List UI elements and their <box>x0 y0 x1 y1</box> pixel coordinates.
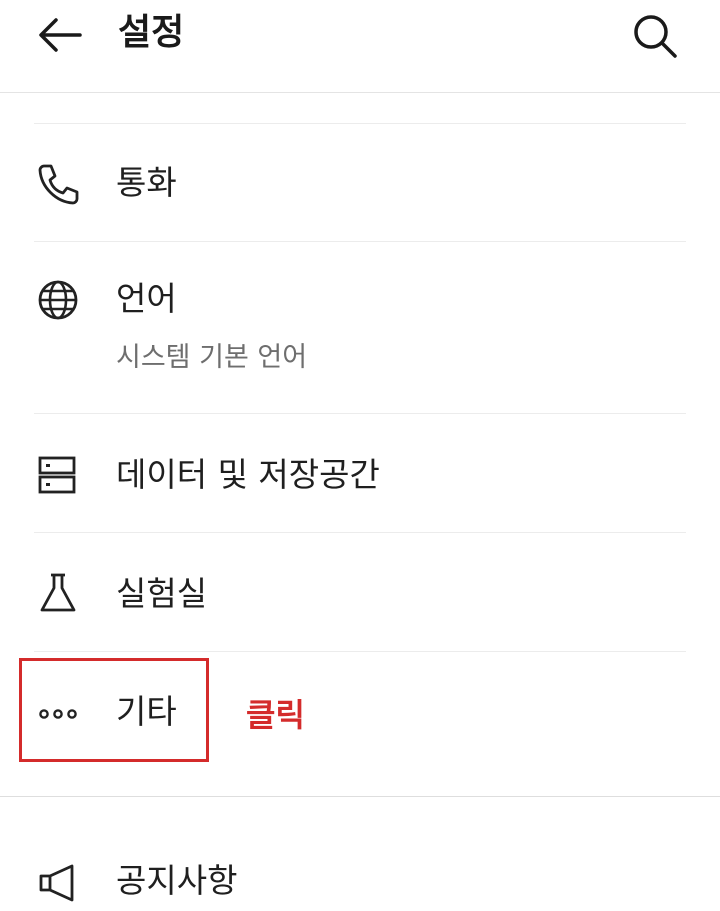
search-icon <box>634 15 677 58</box>
settings-item-label: 공지사항 <box>116 861 238 900</box>
settings-item-notice[interactable]: 공지사항 <box>0 797 720 911</box>
phone-icon <box>36 162 80 206</box>
header-divider <box>0 92 720 93</box>
settings-item-label: 실험실 <box>116 574 208 613</box>
app-header: 설정 <box>0 0 720 92</box>
settings-item-sublabel: 시스템 기본 언어 <box>116 342 308 373</box>
settings-item-etc[interactable]: 기타 <box>0 652 720 770</box>
page-title: 설정 <box>118 12 185 53</box>
storage-icon <box>36 454 80 498</box>
settings-item-data-storage[interactable]: 데이터 및 저장공간 <box>0 414 720 532</box>
settings-item-label: 기타 <box>116 692 177 731</box>
search-button[interactable] <box>630 12 680 58</box>
back-button[interactable] <box>36 14 84 56</box>
globe-icon <box>36 278 80 322</box>
settings-item-label: 통화 <box>116 163 177 202</box>
arrow-left-icon <box>39 18 82 52</box>
settings-item-call[interactable]: 통화 <box>0 124 720 241</box>
click-annotation: 클릭 <box>246 696 305 734</box>
flask-icon <box>36 571 80 615</box>
more-dots-icon <box>36 692 80 736</box>
megaphone-icon <box>36 861 80 905</box>
settings-item-language[interactable]: 언어 시스템 기본 언어 <box>0 242 720 413</box>
settings-item-label: 언어 <box>116 279 177 318</box>
settings-item-labs[interactable]: 실험실 <box>0 533 720 651</box>
settings-item-label: 데이터 및 저장공간 <box>116 455 380 494</box>
